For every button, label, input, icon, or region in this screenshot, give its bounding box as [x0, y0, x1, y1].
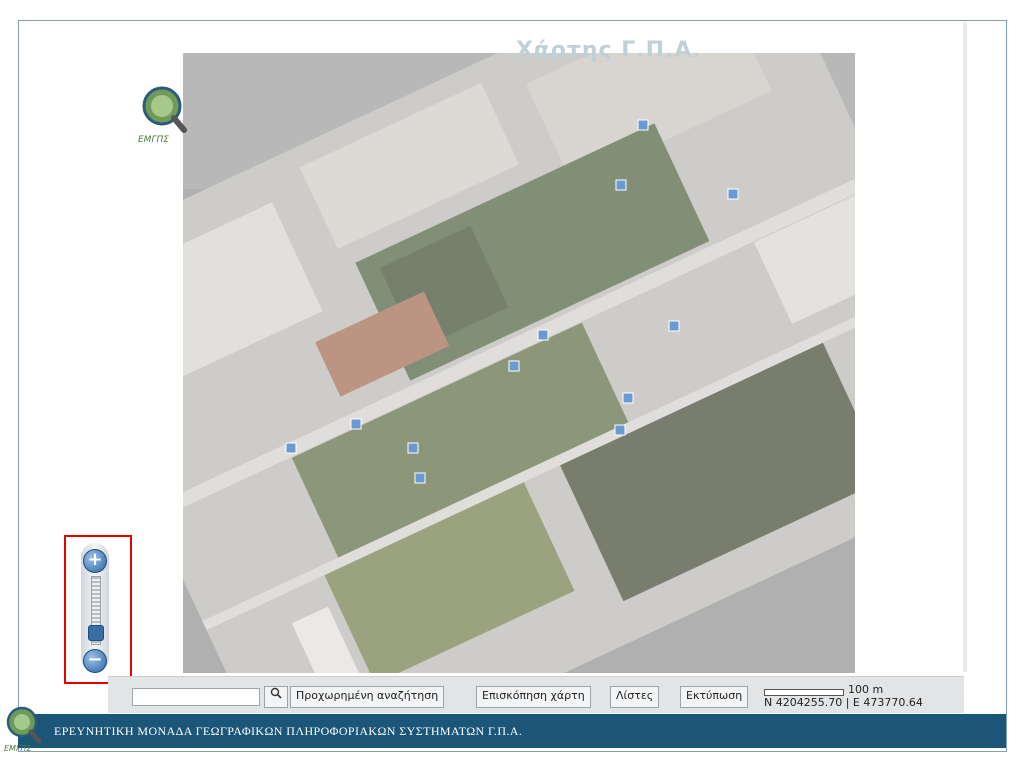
aerial-map[interactable]: [183, 53, 855, 673]
lists-button[interactable]: Λίστες: [610, 686, 660, 708]
globe-magnifier-icon: ΕΜΓΠΣ: [138, 86, 187, 145]
zoom-in-icon: +: [87, 549, 103, 570]
zoom-out-icon: −: [87, 649, 103, 670]
map-logo: ΕΜΓΠΣ: [138, 84, 192, 145]
map-overview-button[interactable]: Επισκόπηση χάρτη: [476, 686, 591, 708]
frame-edge: [963, 22, 967, 672]
print-button[interactable]: Εκτύπωση: [680, 686, 749, 708]
footer-bar: ΕΡΕΥΝΗΤΙΚΗ ΜΟΝΑΔΑ ΓΕΩΓΡΑΦΙΚΩΝ ΠΛΗΡΟΦΟΡΙΑ…: [18, 714, 1006, 748]
search-input[interactable]: [132, 688, 260, 706]
zoom-out-button[interactable]: −: [83, 649, 107, 673]
map-overlay: [183, 53, 855, 673]
map-viewport[interactable]: [183, 53, 855, 673]
scale-label: 100 m: [848, 683, 884, 696]
footer-title: ΕΡΕΥΝΗΤΙΚΗ ΜΟΝΑΔΑ ΓΕΩΓΡΑΦΙΚΩΝ ΠΛΗΡΟΦΟΡΙΑ…: [54, 724, 523, 738]
zoom-slider-thumb[interactable]: [88, 625, 104, 641]
advanced-search-button[interactable]: Προχωρημένη αναζήτηση: [290, 686, 445, 708]
footer-logo: ΕΜΓΠΣ: [4, 704, 44, 754]
search-button[interactable]: [264, 686, 288, 708]
zoom-control-highlight: + −: [64, 535, 132, 684]
logo-label: ΕΜΓΠΣ: [138, 135, 169, 145]
zoom-control: + −: [81, 543, 109, 673]
scale-bar: [764, 689, 844, 696]
coordinate-readout: N 4204255.70 | E 473770.64: [764, 696, 923, 709]
globe-magnifier-icon: ΕΜΓΠΣ: [4, 706, 42, 753]
map-title: Χάρτης Γ.Π.Α.: [516, 38, 702, 63]
zoom-in-button[interactable]: +: [83, 549, 107, 573]
footer-logo-label: ΕΜΓΠΣ: [4, 744, 32, 753]
scale-readout: 100 m N 4204255.70 | E 473770.64: [764, 683, 954, 711]
zoom-slider-track[interactable]: [88, 576, 104, 645]
magnifier-icon: [270, 687, 282, 699]
